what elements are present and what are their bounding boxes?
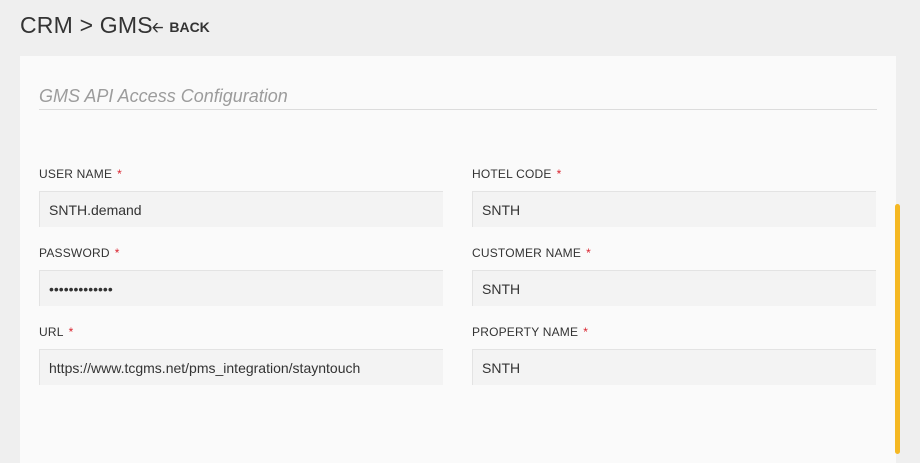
- page: CRM > GMS 🡠 BACK GMS API Access Configur…: [0, 0, 920, 463]
- section-divider: [39, 109, 877, 110]
- hotel-code-label: HOTEL CODE *: [472, 167, 562, 181]
- property-name-input[interactable]: [472, 349, 876, 385]
- config-card: GMS API Access Configuration USER NAME * …: [20, 56, 896, 463]
- url-label: URL *: [39, 325, 74, 339]
- user-name-input[interactable]: [39, 191, 443, 227]
- customer-name-input[interactable]: [472, 270, 876, 306]
- required-marker: *: [583, 325, 589, 339]
- page-header: CRM > GMS 🡠 BACK: [0, 0, 920, 55]
- user-name-label: USER NAME *: [39, 167, 123, 181]
- section-title: GMS API Access Configuration: [39, 86, 288, 106]
- back-button-label: BACK: [169, 19, 210, 35]
- breadcrumb: CRM > GMS: [20, 12, 153, 38]
- password-label: PASSWORD *: [39, 246, 120, 260]
- property-name-label: PROPERTY NAME *: [472, 325, 589, 339]
- left-arrow-icon: 🡠: [152, 19, 164, 35]
- back-button[interactable]: 🡠 BACK: [152, 19, 210, 35]
- vertical-scrollbar[interactable]: [895, 204, 900, 454]
- password-input[interactable]: [39, 270, 443, 306]
- hotel-code-input[interactable]: [472, 191, 876, 227]
- required-marker: *: [114, 246, 120, 260]
- customer-name-label: CUSTOMER NAME *: [472, 246, 591, 260]
- required-marker: *: [586, 246, 591, 260]
- required-marker: *: [117, 167, 123, 181]
- required-marker: *: [68, 325, 74, 339]
- url-input[interactable]: [39, 349, 443, 385]
- required-marker: *: [556, 167, 562, 181]
